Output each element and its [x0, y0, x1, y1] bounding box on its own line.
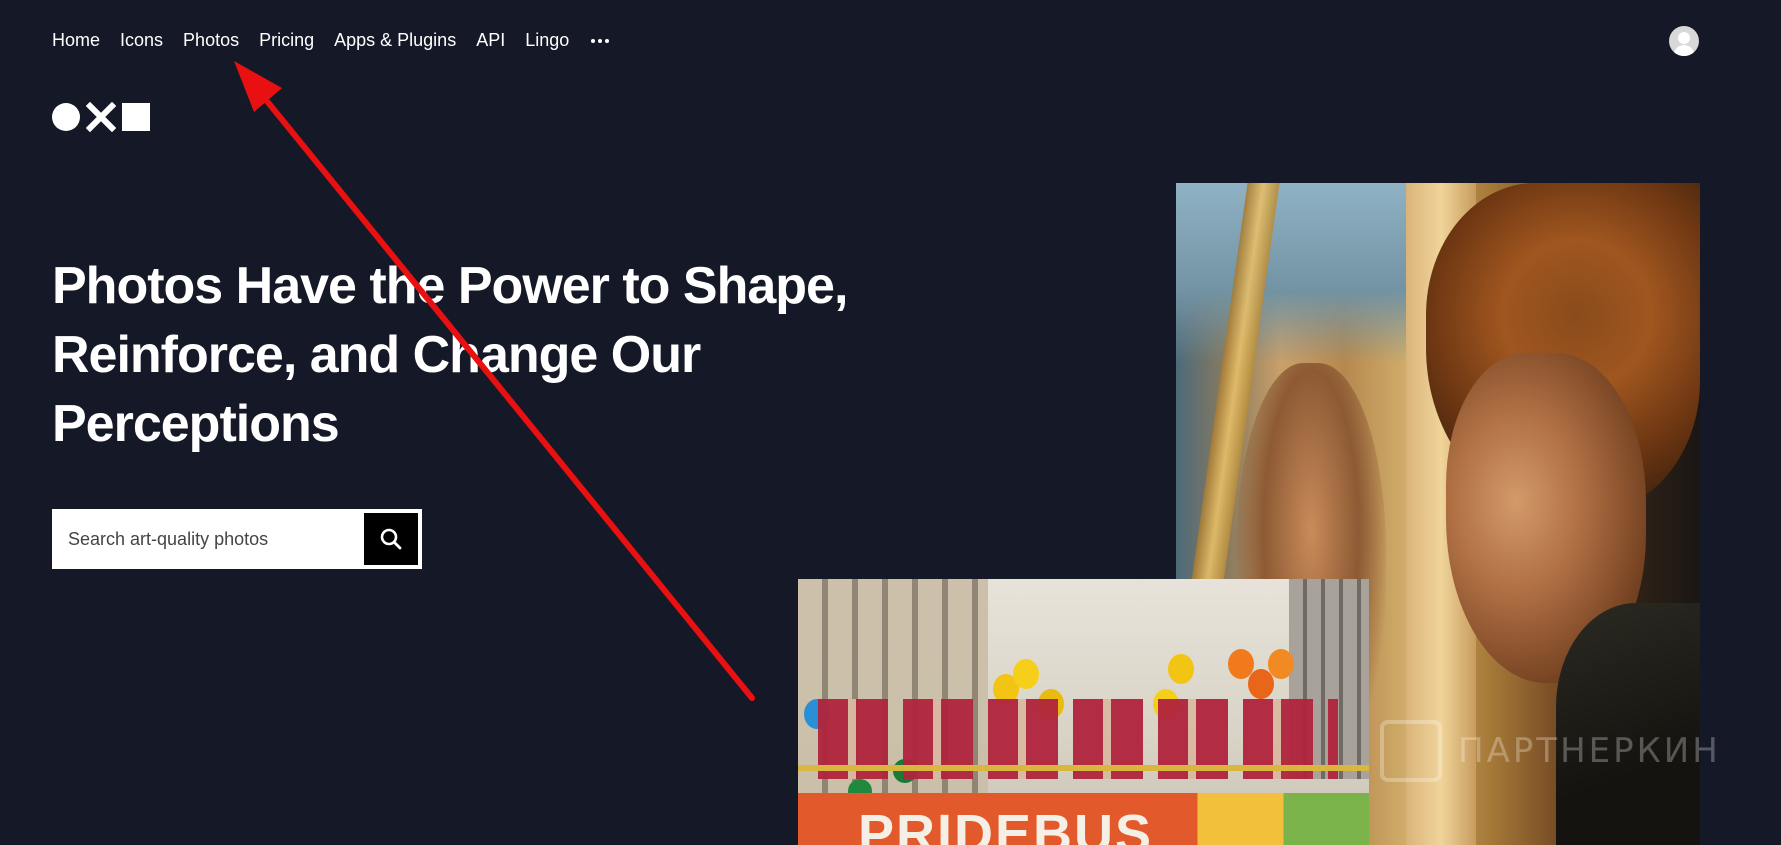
- square-icon: [122, 103, 150, 131]
- more-horizontal-icon[interactable]: [589, 38, 611, 43]
- user-avatar[interactable]: [1669, 26, 1699, 56]
- parade-banner-text: PRIDEBUS: [858, 804, 1154, 845]
- nav-item-home[interactable]: Home: [52, 30, 100, 51]
- search-bar: [52, 509, 422, 569]
- circle-icon: [52, 103, 80, 131]
- balloon-yellow: [1168, 654, 1194, 684]
- photo-sky: [1176, 183, 1406, 363]
- nav-item-apps-plugins[interactable]: Apps & Plugins: [334, 30, 456, 51]
- photo-rail: [798, 765, 1369, 771]
- parade-photo[interactable]: PRIDEBUS: [798, 579, 1369, 845]
- more-dot: [591, 38, 596, 43]
- arrow-head: [234, 61, 282, 112]
- search-input[interactable]: [54, 511, 364, 567]
- nav-item-photos[interactable]: Photos: [183, 30, 239, 51]
- page-title: Photos Have the Power to Shape, Reinforc…: [52, 252, 872, 459]
- nav-item-icons[interactable]: Icons: [120, 30, 163, 51]
- headline-line-2: Reinforce, and Change Our: [52, 326, 701, 384]
- headline-line-3: Perceptions: [52, 395, 340, 453]
- headline-line-1: Photos Have the Power to Shape,: [52, 257, 848, 315]
- balloon-orange: [1268, 649, 1294, 679]
- nav-item-lingo[interactable]: Lingo: [525, 30, 569, 51]
- nav-item-pricing[interactable]: Pricing: [259, 30, 314, 51]
- nav-item-api[interactable]: API: [476, 30, 505, 51]
- watermark-logo-icon: [1380, 720, 1442, 782]
- watermark-text: ПАРТНЕРКИН: [1458, 731, 1721, 771]
- site-logo[interactable]: [52, 102, 150, 132]
- search-button[interactable]: [364, 513, 418, 565]
- top-nav: Home Icons Photos Pricing Apps & Plugins…: [52, 30, 611, 51]
- x-icon: [86, 102, 116, 132]
- search-icon: [380, 528, 402, 550]
- more-dot: [598, 38, 603, 43]
- page: Home Icons Photos Pricing Apps & Plugins…: [0, 0, 1781, 845]
- balloon-yellow: [1013, 659, 1039, 689]
- watermark: ПАРТНЕРКИН: [1380, 720, 1721, 782]
- more-dot: [605, 38, 610, 43]
